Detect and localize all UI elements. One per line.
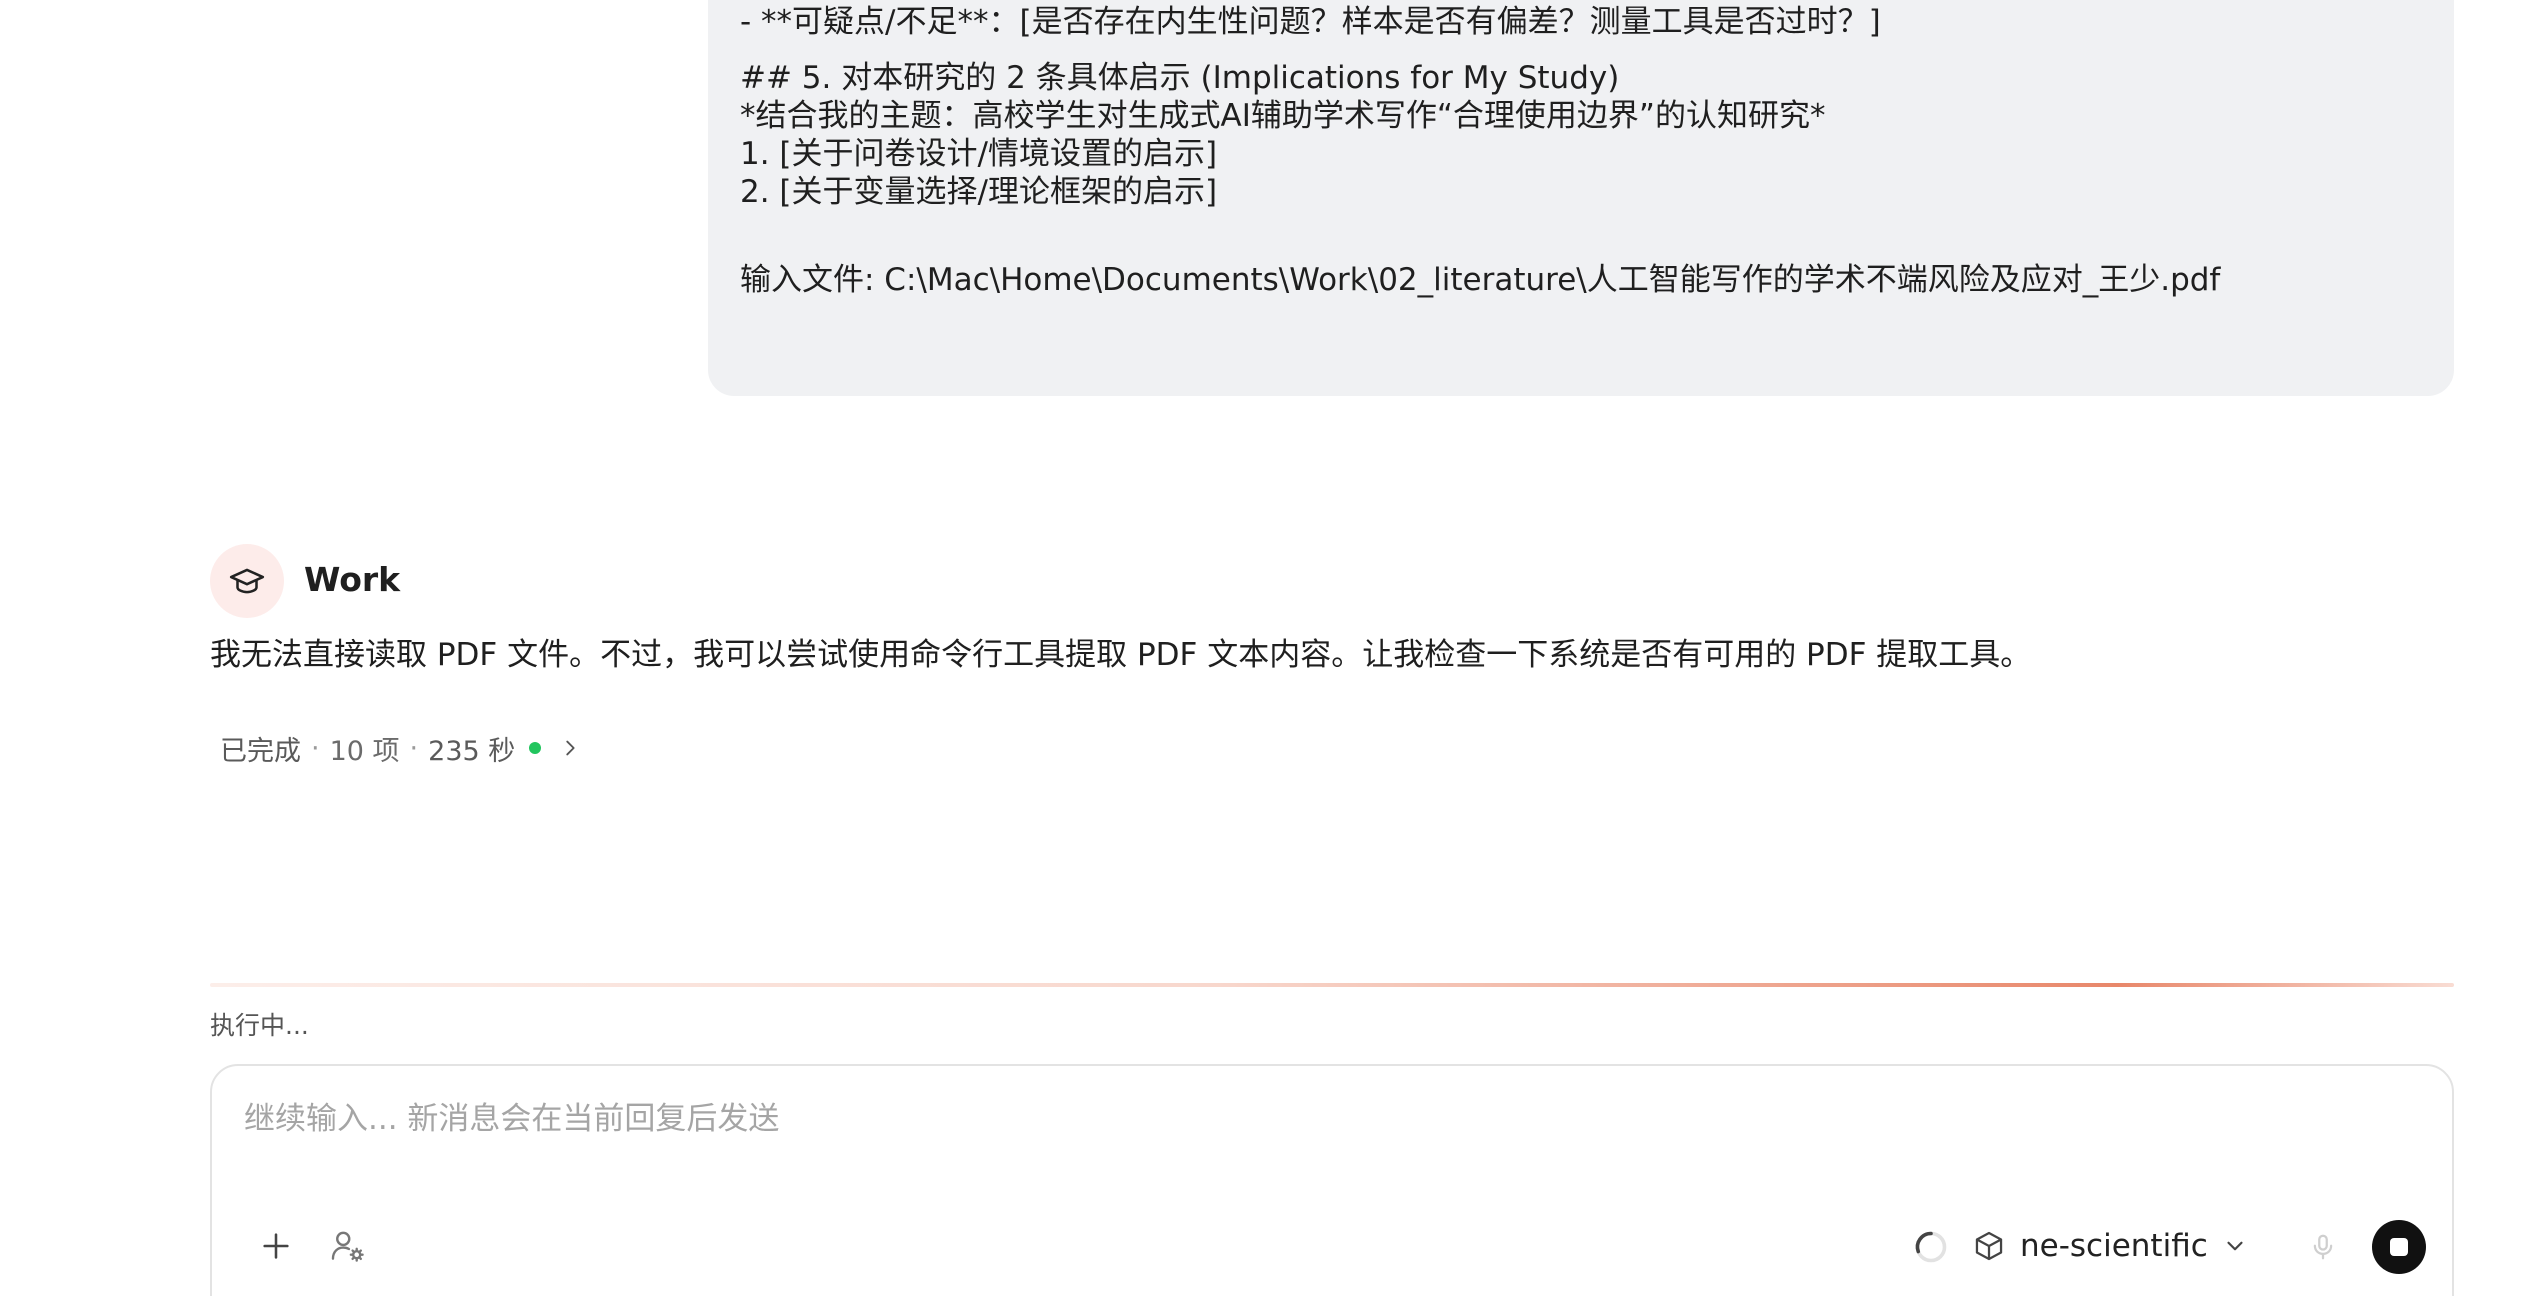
loading-spinner	[1910, 1226, 1952, 1268]
message-input[interactable]	[242, 1088, 2246, 1150]
bubble-line-item-2: 2. [关于变量选择/理论框架的启示]	[740, 174, 1218, 210]
stop-icon	[2390, 1238, 2408, 1256]
status-items: 10 项	[329, 735, 400, 767]
user-settings-icon	[331, 1231, 364, 1262]
bubble-line-topic: *结合我的主题：高校学生对生成式AI辅助学术写作“合理使用边界”的认知研究*	[740, 98, 1826, 134]
user-message-bubble: - **可疑点/不足**：[是否存在内生性问题？样本是否有偏差？测量工具是否过时…	[708, 0, 2454, 396]
voice-input-button[interactable]	[2302, 1226, 2344, 1268]
plus-icon	[263, 1233, 289, 1259]
bubble-line-heading: ## 5. 对本研究的 2 条具体启示 (Implications for My…	[740, 60, 1620, 96]
chevron-right-icon	[566, 740, 575, 756]
model-name: ne-scientific	[2020, 1228, 2208, 1264]
microphone-icon	[2313, 1234, 2333, 1260]
task-status-toggle[interactable]: 已完成 · 10 项 · 235 秒	[220, 728, 581, 768]
message-composer: ne-scientific	[210, 1064, 2454, 1296]
bubble-line-doubts: - **可疑点/不足**：[是否存在内生性问题？样本是否有偏差？测量工具是否过时…	[740, 4, 1881, 40]
execution-progress-line	[210, 983, 2454, 987]
persona-settings-button[interactable]	[326, 1224, 370, 1268]
chevron-down-icon	[2227, 1241, 2243, 1251]
assistant-name: Work	[304, 560, 401, 599]
stop-generation-button[interactable]	[2372, 1220, 2426, 1274]
add-attachment-button[interactable]	[254, 1224, 298, 1268]
status-duration: 235 秒	[428, 735, 516, 767]
assistant-avatar	[210, 544, 284, 618]
cube-icon	[1975, 1231, 2003, 1261]
model-selector[interactable]: ne-scientific	[1972, 1218, 2248, 1274]
bubble-line-input-file: 输入文件: C:\Mac\Home\Documents\Work\02_lite…	[740, 262, 2221, 298]
execution-status-label: 执行中...	[210, 1011, 309, 1040]
spinner-icon	[1915, 1231, 1947, 1263]
chat-page: - **可疑点/不足**：[是否存在内生性问题？样本是否有偏差？测量工具是否过时…	[0, 0, 2536, 1296]
assistant-message: 我无法直接读取 PDF 文件。不过，我可以尝试使用命令行工具提取 PDF 文本内…	[210, 637, 2032, 673]
status-separator: ·	[311, 732, 320, 764]
bubble-line-item-1: 1. [关于问卷设计/情境设置的启示]	[740, 136, 1218, 172]
status-state: 已完成	[220, 735, 301, 767]
status-separator: ·	[409, 732, 419, 764]
status-dot	[529, 742, 542, 754]
graduation-cap-icon	[229, 568, 265, 594]
